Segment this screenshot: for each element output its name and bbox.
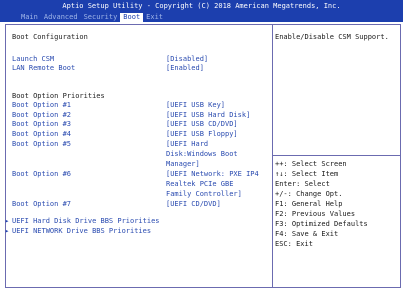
lan-remote-boot-label[interactable]: LAN Remote Boot — [12, 64, 75, 73]
help-key-enter: Enter: Select — [275, 180, 330, 188]
help-key-select-item: ↑↓: Select Item — [275, 170, 339, 178]
tab-security[interactable]: Security — [81, 13, 121, 22]
boot-option-7-value[interactable]: [UEFI CD/DVD] — [166, 200, 221, 209]
tab-exit[interactable]: Exit — [143, 13, 166, 22]
help-separator — [273, 155, 401, 156]
submenu-arrow-icon: ▸ — [5, 217, 10, 225]
help-description: Enable/Disable CSM Support. — [275, 33, 389, 41]
boot-option-6-value-line2: Realtek PCIe GBE — [166, 180, 234, 188]
submenu-network-bbs-label: UEFI NETWORK Drive BBS Priorities — [12, 227, 152, 235]
launch-csm-value[interactable]: [Disabled] — [166, 55, 208, 64]
submenu-network-bbs[interactable]: ▸ UEFI NETWORK Drive BBS Priorities — [5, 227, 151, 236]
help-key-esc: ESC: Exit — [275, 240, 313, 248]
boot-option-2-label[interactable]: Boot Option #2 — [12, 111, 71, 120]
setup-title: Aptio Setup Utility - Copyright (C) 2018… — [62, 2, 341, 10]
boot-option-5-value-line1[interactable]: [UEFI Hard — [166, 140, 208, 149]
boot-option-2-value[interactable]: [UEFI USB Hard Disk] — [166, 111, 250, 120]
help-key-f1: F1: General Help — [275, 200, 343, 208]
boot-option-4-label[interactable]: Boot Option #4 — [12, 130, 71, 139]
boot-option-5-label[interactable]: Boot Option #5 — [12, 140, 71, 149]
help-key-change-opt: +/-: Change Opt. — [275, 190, 343, 198]
lan-remote-boot-value[interactable]: [Enabled] — [166, 64, 204, 73]
boot-option-6-value-line3: Family Controller] — [166, 190, 242, 198]
priorities-title: Boot Option Priorities — [12, 92, 105, 100]
help-key-f4: F4: Save & Exit — [275, 230, 339, 238]
panel-divider — [272, 24, 273, 288]
boot-option-6-label[interactable]: Boot Option #6 — [12, 170, 71, 179]
boot-option-6-value-line1[interactable]: [UEFI Network: PXE IP4 — [166, 170, 259, 179]
help-key-f3: F3: Optimized Defaults — [275, 220, 368, 228]
section-title: Boot Configuration — [12, 33, 88, 41]
boot-option-1-value[interactable]: [UEFI USB Key] — [166, 101, 225, 110]
submenu-hdd-bbs-label: UEFI Hard Disk Drive BBS Priorities — [12, 217, 160, 225]
help-key-f2: F2: Previous Values — [275, 210, 356, 218]
boot-option-1-label[interactable]: Boot Option #1 — [12, 101, 71, 110]
tab-boot[interactable]: Boot — [120, 13, 144, 22]
boot-option-4-value[interactable]: [UEFI USB Floppy] — [166, 130, 238, 139]
help-key-select-screen: ++: Select Screen — [275, 160, 347, 168]
boot-option-3-value[interactable]: [UEFI USB CD/DVD] — [166, 120, 238, 129]
bios-screen: Aptio Setup Utility - Copyright (C) 2018… — [0, 0, 403, 288]
boot-option-5-value-line2: Disk:Windows Boot — [166, 150, 238, 158]
boot-option-7-label[interactable]: Boot Option #7 — [12, 200, 71, 209]
submenu-arrow-icon: ▸ — [5, 227, 10, 235]
launch-csm-label[interactable]: Launch CSM — [12, 55, 54, 64]
boot-option-5-value-line3: Manager] — [166, 160, 200, 168]
boot-option-3-label[interactable]: Boot Option #3 — [12, 120, 71, 129]
tab-advanced[interactable]: Advanced — [41, 13, 81, 22]
submenu-hdd-bbs[interactable]: ▸ UEFI Hard Disk Drive BBS Priorities — [5, 217, 160, 226]
tab-main[interactable]: Main — [18, 13, 41, 22]
header-bar: Aptio Setup Utility - Copyright (C) 2018… — [0, 0, 403, 22]
menu-tabs: Main Advanced Security Boot Exit — [18, 13, 166, 22]
